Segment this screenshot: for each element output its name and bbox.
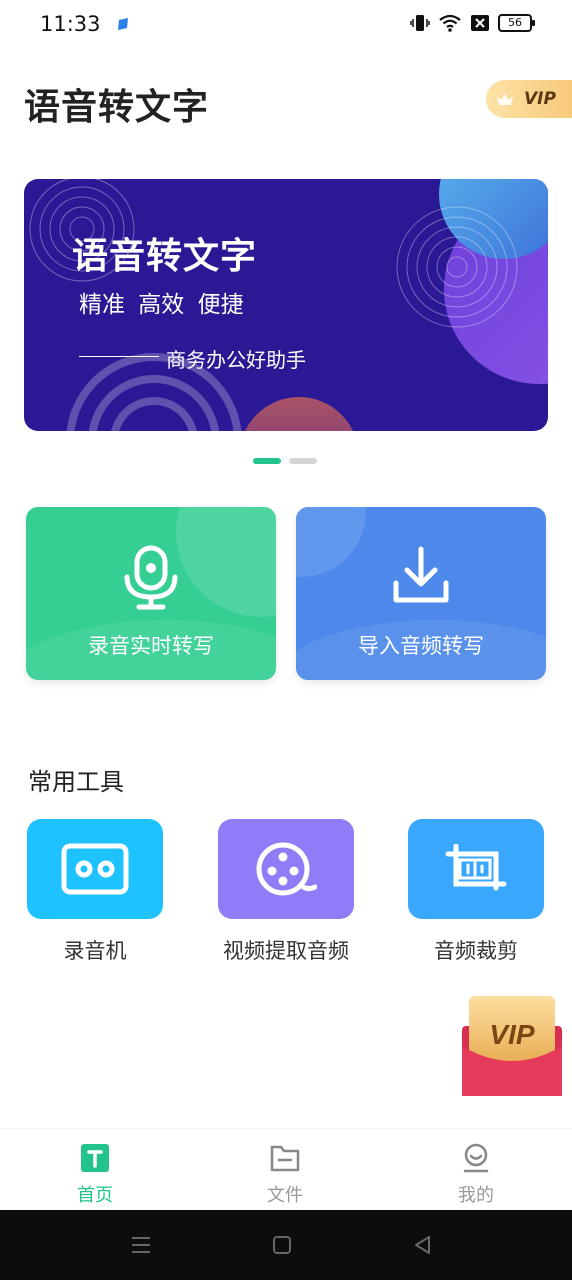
- card-decoration: [176, 507, 276, 617]
- crown-icon: [497, 94, 513, 105]
- float-vip-label: VIP: [489, 1019, 534, 1050]
- import-audio-label: 导入音频转写: [358, 634, 484, 658]
- tool-label: 视频提取音频: [223, 939, 349, 963]
- system-nav-bar: [0, 1210, 572, 1280]
- cassette-icon: [61, 843, 129, 895]
- tool-recorder[interactable]: 录音机: [5, 819, 185, 965]
- nav-home[interactable]: 首页: [35, 1143, 155, 1207]
- banner-title: 语音转文字: [72, 236, 258, 277]
- nav-files-label: 文件: [267, 1185, 303, 1206]
- home-button-icon[interactable]: [272, 1234, 292, 1256]
- wifi-icon: [439, 14, 461, 32]
- vip-button[interactable]: VIP: [486, 80, 572, 118]
- profile-icon: [463, 1143, 489, 1173]
- vip-envelope-icon: VIP: [462, 996, 562, 1096]
- tool-label: 录音机: [63, 939, 127, 963]
- back-icon[interactable]: [412, 1234, 432, 1256]
- pagination-dot[interactable]: [289, 458, 317, 464]
- status-time: 11:33: [40, 12, 101, 36]
- audio-crop-tile[interactable]: [408, 819, 544, 919]
- video-extract-tile[interactable]: [218, 819, 354, 919]
- status-bar: 11:33 56: [0, 0, 572, 50]
- app-notification-icon: [118, 18, 128, 30]
- tool-audio-crop[interactable]: 音频裁剪: [386, 819, 566, 965]
- crop-audio-icon: [445, 844, 507, 891]
- film-reel-icon: [256, 842, 317, 896]
- nav-profile[interactable]: 我的: [416, 1143, 536, 1207]
- banner-pagination: [253, 458, 317, 464]
- battery-level: 56: [508, 16, 522, 29]
- home-t-icon: [81, 1144, 109, 1172]
- tool-label: 音频裁剪: [434, 939, 518, 963]
- folder-icon: [270, 1145, 300, 1172]
- nav-home-label: 首页: [77, 1185, 113, 1206]
- battery-indicator: 56: [498, 14, 535, 32]
- no-sim-icon: [471, 15, 489, 31]
- download-icon: [393, 546, 449, 603]
- recorder-tile[interactable]: [27, 819, 163, 919]
- card-decoration: [296, 507, 366, 577]
- bottom-nav: 首页 文件 我的: [0, 1128, 572, 1210]
- microphone-icon: [124, 545, 178, 610]
- nav-files[interactable]: 文件: [225, 1143, 345, 1207]
- vibrate-icon: [410, 15, 430, 31]
- menu-icon[interactable]: [130, 1234, 152, 1256]
- pagination-dot-active[interactable]: [253, 458, 281, 464]
- record-transcribe-card[interactable]: 录音实时转写: [26, 507, 276, 680]
- import-audio-card[interactable]: 导入音频转写: [296, 507, 546, 680]
- banner-subtitle: 精准 高效 便捷: [79, 292, 244, 318]
- promo-banner[interactable]: 语音转文字 精准 高效 便捷 商务办公好助手: [24, 179, 548, 431]
- banner-tagline: 商务办公好助手: [166, 348, 306, 372]
- tools-section-title: 常用工具: [28, 768, 124, 796]
- floating-vip-badge[interactable]: VIP: [462, 996, 562, 1096]
- tool-video-extract-audio[interactable]: 视频提取音频: [196, 819, 376, 965]
- record-transcribe-label: 录音实时转写: [88, 634, 214, 658]
- banner-divider: [79, 356, 159, 357]
- nav-profile-label: 我的: [458, 1185, 494, 1206]
- vip-label: VIP: [524, 89, 556, 109]
- page-title: 语音转文字: [24, 87, 210, 128]
